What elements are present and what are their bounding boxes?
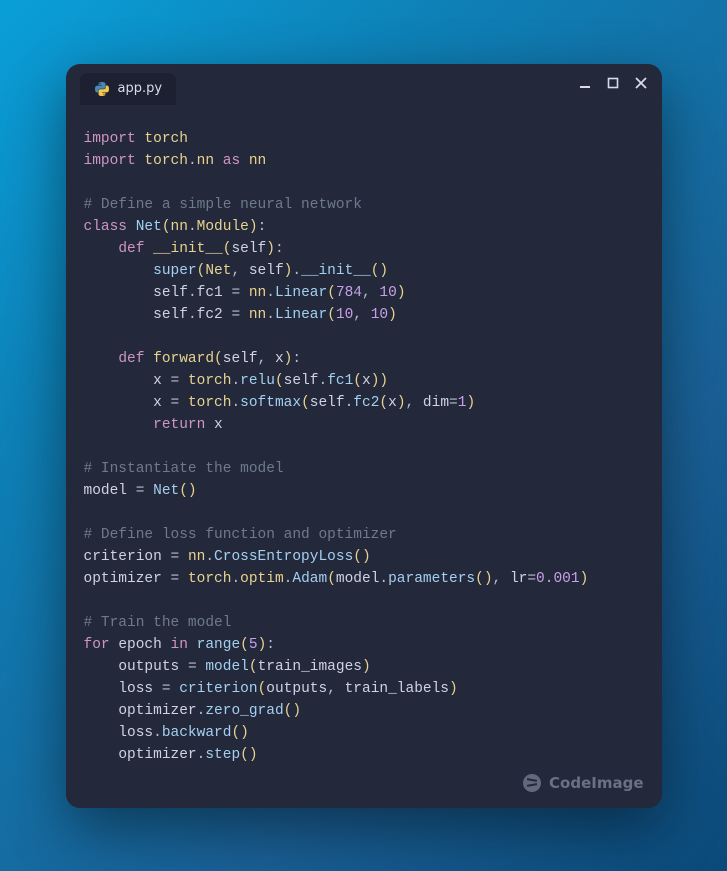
code-token: for: [84, 637, 110, 653]
code-comment: # Instantiate the model: [84, 461, 284, 477]
code-token: Linear: [275, 307, 327, 323]
code-token: torch: [188, 373, 232, 389]
code-token: x: [362, 373, 371, 389]
code-token: dim: [423, 395, 449, 411]
code-token: 0.001: [536, 571, 580, 587]
code-token: optim: [240, 571, 284, 587]
code-token: self: [153, 285, 188, 301]
code-token: loss: [118, 725, 153, 741]
watermark: CodeImage: [523, 772, 643, 794]
code-token: class: [84, 219, 128, 235]
code-token: epoch: [118, 637, 162, 653]
code-token: forward: [153, 351, 214, 367]
code-token: Module: [197, 219, 249, 235]
code-token: Net: [136, 219, 162, 235]
code-token: return: [153, 417, 205, 433]
code-token: nn: [188, 549, 205, 565]
minimize-button[interactable]: [578, 76, 592, 90]
code-token: .: [188, 153, 197, 169]
code-token: import: [84, 131, 136, 147]
code-token: fc1: [197, 285, 223, 301]
editor-window: app.py import torch import torch.nn as n…: [66, 64, 662, 808]
code-token: model: [84, 483, 128, 499]
code-token: self: [284, 373, 319, 389]
code-token: range: [197, 637, 241, 653]
code-token: self: [249, 263, 284, 279]
code-token: super: [153, 263, 197, 279]
code-token: 784: [336, 285, 362, 301]
code-token: Net: [153, 483, 179, 499]
code-token: x: [214, 417, 223, 433]
tab-filename: app.py: [118, 81, 163, 96]
code-token: step: [205, 747, 240, 763]
code-token: outputs: [118, 659, 179, 675]
code-token: Adam: [292, 571, 327, 587]
code-token: __init__: [153, 241, 223, 257]
code-token: softmax: [240, 395, 301, 411]
code-token: train_images: [258, 659, 362, 675]
code-token: in: [171, 637, 188, 653]
code-token: self: [310, 395, 345, 411]
codeimage-icon: [523, 774, 541, 792]
code-token: torch: [144, 131, 188, 147]
code-token: as: [223, 153, 240, 169]
code-token: nn: [249, 153, 266, 169]
code-comment: # Define a simple neural network: [84, 197, 362, 213]
code-token: Linear: [275, 285, 327, 301]
code-token: train_labels: [345, 681, 449, 697]
code-token: nn: [249, 285, 266, 301]
code-token: loss: [118, 681, 153, 697]
code-token: 10: [336, 307, 353, 323]
code-token: x: [153, 395, 162, 411]
code-editor[interactable]: import torch import torch.nn as nn # Def…: [66, 106, 662, 808]
code-token: x: [275, 351, 284, 367]
code-token: torch: [144, 153, 188, 169]
code-token: zero_grad: [205, 703, 283, 719]
code-token: 5: [249, 637, 258, 653]
code-token: fc2: [353, 395, 379, 411]
code-token: criterion: [84, 549, 162, 565]
code-token: parameters: [388, 571, 475, 587]
watermark-label: CodeImage: [549, 772, 643, 794]
code-token: self: [153, 307, 188, 323]
code-token: nn: [249, 307, 266, 323]
code-token: optimizer: [118, 703, 196, 719]
code-comment: # Define loss function and optimizer: [84, 527, 397, 543]
close-button[interactable]: [634, 76, 648, 90]
code-token: lr: [510, 571, 527, 587]
code-token: __init__: [301, 263, 371, 279]
titlebar: app.py: [66, 64, 662, 106]
file-tab[interactable]: app.py: [80, 73, 177, 105]
code-token: 10: [379, 285, 396, 301]
maximize-button[interactable]: [606, 76, 620, 90]
code-token: optimizer: [118, 747, 196, 763]
code-token: optimizer: [84, 571, 162, 587]
code-token: model: [336, 571, 380, 587]
code-token: nn: [171, 219, 188, 235]
code-token: fc2: [197, 307, 223, 323]
code-token: backward: [162, 725, 232, 741]
code-token: outputs: [266, 681, 327, 697]
code-token: torch: [188, 395, 232, 411]
code-token: relu: [240, 373, 275, 389]
code-token: x: [388, 395, 397, 411]
code-token: nn: [197, 153, 214, 169]
code-token: def: [118, 351, 144, 367]
code-token: torch: [188, 571, 232, 587]
code-token: CrossEntropyLoss: [214, 549, 353, 565]
code-token: 10: [371, 307, 388, 323]
code-token: self: [223, 351, 258, 367]
code-token: fc1: [327, 373, 353, 389]
code-comment: # Train the model: [84, 615, 232, 631]
code-token: model: [205, 659, 249, 675]
code-token: Net: [205, 263, 231, 279]
code-token: x: [153, 373, 162, 389]
code-token: import: [84, 153, 136, 169]
code-token: criterion: [179, 681, 257, 697]
python-icon: [94, 81, 110, 97]
window-controls: [578, 76, 648, 90]
code-token: self: [231, 241, 266, 257]
code-token: def: [118, 241, 144, 257]
